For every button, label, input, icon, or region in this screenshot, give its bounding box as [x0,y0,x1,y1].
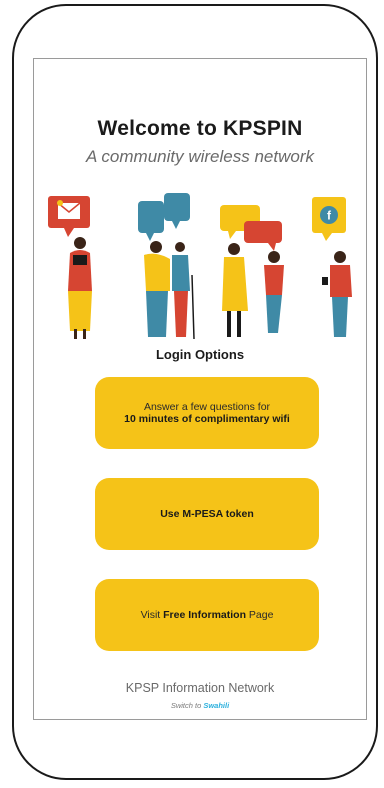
network-name: KPSP Information Network [125,681,275,695]
free-information-suffix: Page [245,609,274,621]
two-people-with-chat-bubbles [138,193,195,340]
login-screen: Welcome to KPSPIN A community wireless n… [33,58,367,720]
page-subtitle: A community wireless network [86,147,314,166]
complimentary-wifi-button[interactable]: Answer a few questions for 10 minutes of… [95,377,319,449]
language-switch-prefix: Switch to [170,701,204,710]
free-information-label: Visit Free Information Page [141,609,274,621]
free-information-button[interactable]: Visit Free Information Page [95,579,319,651]
facebook-icon: f [320,206,338,224]
swahili-link[interactable]: Swahili [203,701,229,710]
mpesa-token-button[interactable]: Use M-PESA token [95,478,319,550]
mpesa-token-label: Use M-PESA token [160,508,254,520]
two-people-talking [220,205,284,337]
free-information-bold: Free Information [163,609,246,621]
complimentary-wifi-line2: 10 minutes of complimentary wifi [124,413,290,425]
community-illustration: f [48,193,352,340]
free-information-prefix: Visit [140,609,164,621]
page-title: Welcome to KPSPIN [97,117,303,140]
person-with-facebook-bubble: f [312,197,352,337]
language-switch: Switch to Swahili [34,701,366,710]
login-options-heading: Login Options [155,347,245,362]
person-with-email-bubble [48,196,92,339]
complimentary-wifi-line1: Answer a few questions for [143,401,271,413]
